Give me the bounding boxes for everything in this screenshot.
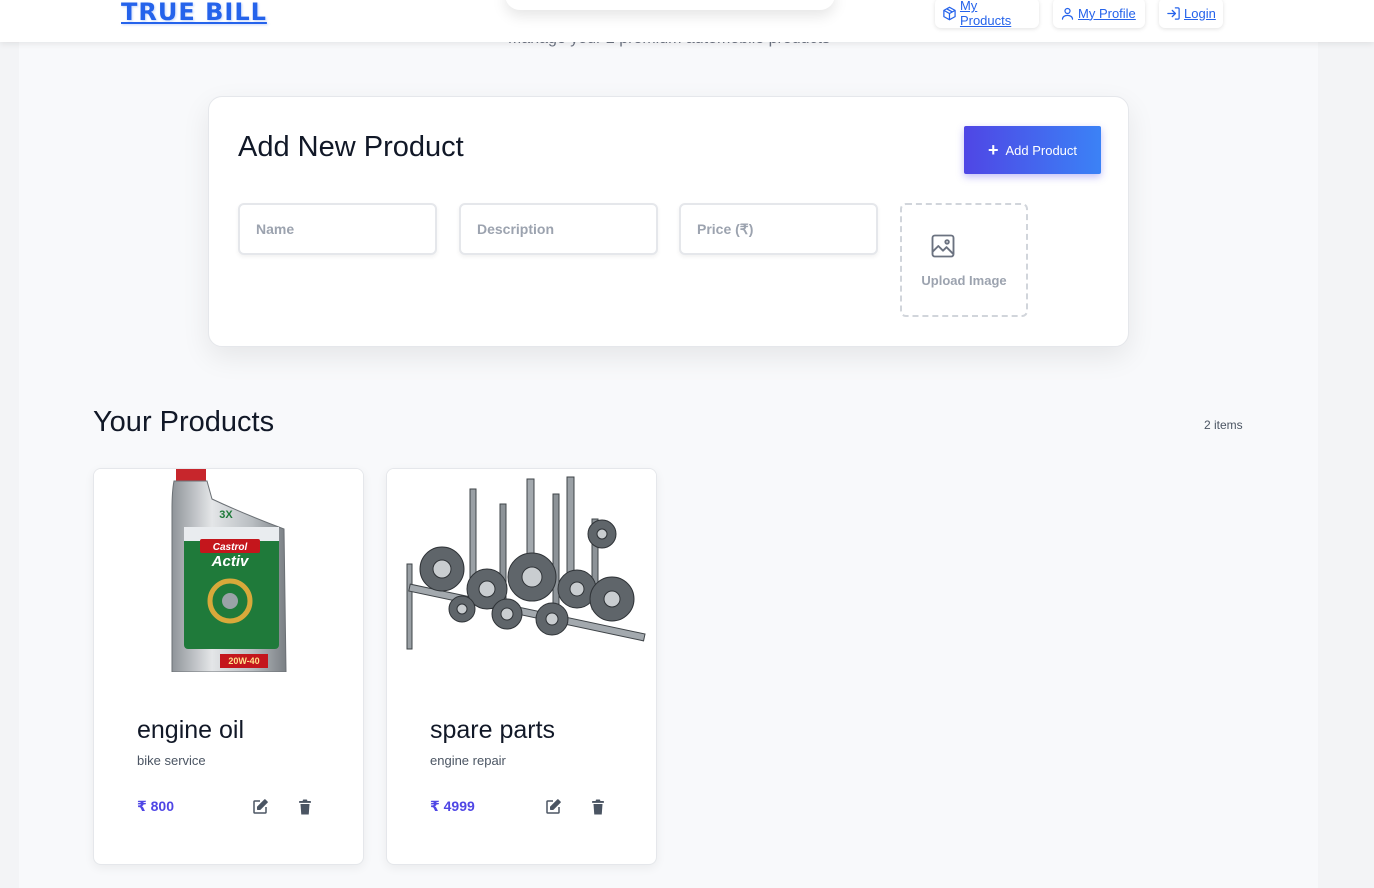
upload-image-dropzone[interactable]: Upload Image	[900, 203, 1028, 317]
name-input[interactable]	[238, 203, 437, 255]
currency-symbol: ₹	[137, 798, 147, 814]
top-navbar: TRUE BILL My Products My Profile Login	[0, 0, 1374, 42]
edit-button[interactable]	[542, 796, 564, 818]
product-image-spare-parts	[387, 469, 656, 672]
user-icon	[1061, 7, 1074, 20]
description-input[interactable]	[459, 203, 658, 255]
nav-login-label: Login	[1184, 5, 1216, 21]
product-card[interactable]: Castrol Activ 3X 20W-40 engine oil bike …	[93, 468, 364, 865]
svg-text:3X: 3X	[219, 509, 233, 521]
product-price: ₹ 800	[137, 798, 174, 815]
image-icon	[931, 234, 955, 258]
add-product-button[interactable]: + Add Product	[964, 126, 1101, 174]
product-name: engine oil	[137, 716, 245, 744]
svg-text:20W-40: 20W-40	[228, 656, 259, 666]
price-input[interactable]	[679, 203, 878, 255]
header-search-pill	[505, 0, 835, 10]
product-price-value: 4999	[443, 798, 475, 814]
edit-icon	[253, 799, 268, 814]
nav-my-products-label: My Products	[959, 0, 1012, 28]
product-image-engine-oil: Castrol Activ 3X 20W-40	[94, 469, 363, 672]
your-products-title: Your Products	[93, 406, 275, 438]
product-card[interactable]: spare parts engine repair ₹ 4999	[386, 468, 657, 865]
edit-icon	[546, 799, 561, 814]
login-icon	[1167, 6, 1180, 20]
delete-button[interactable]	[294, 796, 316, 818]
upload-image-label: Upload Image	[921, 273, 1007, 288]
product-count: 2 items	[1204, 418, 1243, 432]
product-description: engine repair	[430, 753, 506, 768]
brand-logo[interactable]: TRUE BILL	[121, 0, 267, 26]
add-product-card: Add New Product + Add Product Upload Ima…	[208, 96, 1129, 347]
nav-my-profile[interactable]: My Profile	[1053, 0, 1145, 28]
plus-icon: +	[987, 140, 999, 160]
currency-symbol: ₹	[430, 798, 440, 814]
product-price-value: 800	[150, 798, 174, 814]
add-product-title: Add New Product	[238, 131, 464, 163]
svg-text:Castrol: Castrol	[213, 542, 248, 553]
product-name: spare parts	[430, 716, 556, 744]
box-icon	[943, 6, 956, 20]
trash-icon	[299, 799, 311, 815]
svg-text:Activ: Activ	[211, 553, 250, 570]
trash-icon	[592, 799, 604, 815]
delete-button[interactable]	[587, 796, 609, 818]
add-product-button-label: Add Product	[1005, 142, 1078, 158]
nav-login[interactable]: Login	[1159, 0, 1223, 28]
nav-my-products[interactable]: My Products	[935, 0, 1039, 28]
nav-my-profile-label: My Profile	[1078, 5, 1136, 21]
edit-button[interactable]	[249, 796, 271, 818]
product-price: ₹ 4999	[430, 798, 475, 815]
product-description: bike service	[137, 753, 206, 768]
